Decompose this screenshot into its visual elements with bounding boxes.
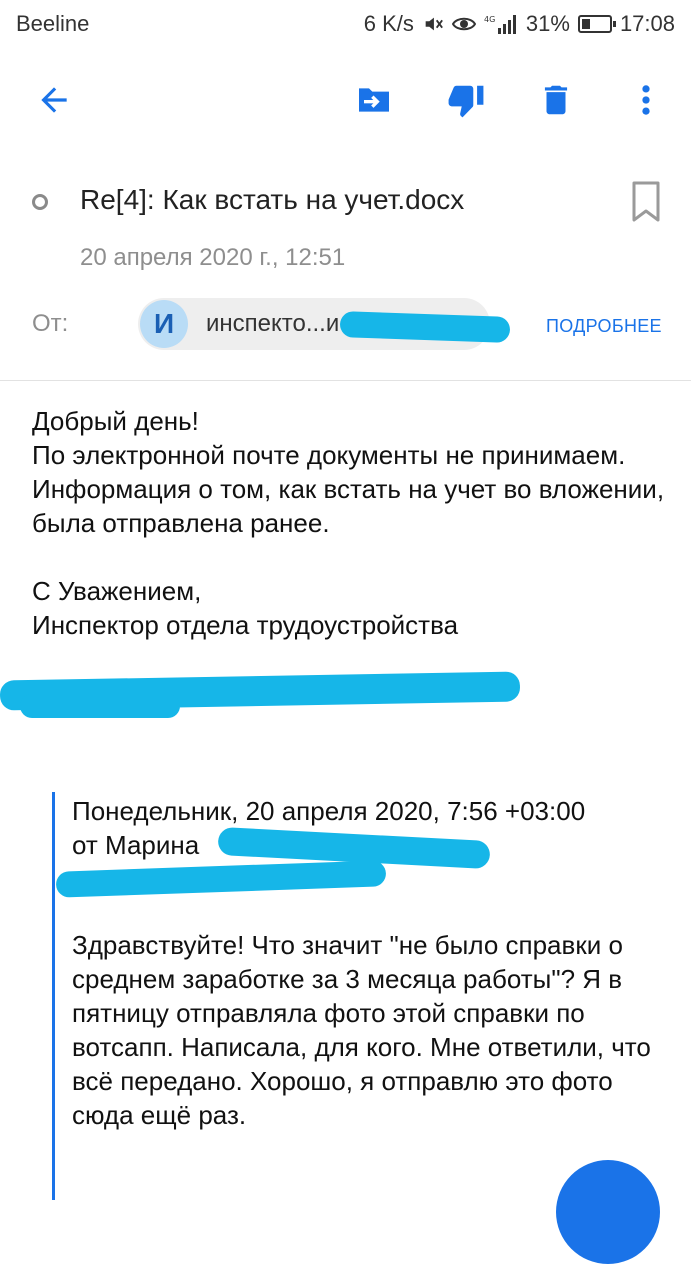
redaction-mark — [20, 694, 180, 718]
move-to-folder-icon — [359, 88, 389, 112]
details-link[interactable]: ПОДРОБНЕЕ — [546, 316, 662, 337]
back-button[interactable] — [30, 76, 78, 124]
subject-row: Re[4]: Как встать на учет.docx — [0, 178, 691, 238]
more-button[interactable] — [622, 76, 670, 124]
signature-line: С Уважением, — [32, 576, 202, 606]
network-speed: 6 K/s — [363, 11, 414, 36]
mute-icon — [422, 13, 444, 35]
body-paragraph: По электронной почте документы не приним… — [32, 440, 626, 470]
trash-icon — [544, 85, 568, 115]
quote-body: Здравствуйте! Что значит "не было справк… — [72, 930, 651, 1130]
arrow-left-icon — [41, 87, 67, 113]
eye-icon — [451, 14, 476, 34]
signal-icon: 4G — [484, 13, 518, 35]
status-bar: Beeline 6 K/s 4G 31% 17:08 — [0, 0, 691, 48]
from-label: От: — [32, 310, 69, 337]
bookmark-icon[interactable] — [626, 180, 666, 224]
thumb-down-icon — [448, 85, 484, 118]
clock: 17:08 — [619, 11, 675, 36]
battery-icon — [577, 15, 616, 33]
signature-line: Инспектор отдела трудоустройства — [32, 610, 459, 640]
message-subject: Re[4]: Как встать на учет.docx — [80, 184, 465, 215]
redaction-mark — [55, 860, 387, 898]
unread-toggle[interactable] — [32, 194, 48, 210]
quote-bar — [52, 792, 55, 1200]
message-date: 20 апреля 2020 г., 12:51 — [80, 244, 346, 271]
body-greeting: Добрый день! — [32, 406, 199, 436]
message-body: Добрый день! По электронной почте докуме… — [32, 404, 672, 642]
delete-button[interactable] — [532, 76, 580, 124]
battery-percent: 31% — [525, 11, 570, 36]
carrier-name: Beeline — [16, 11, 90, 36]
sender-name: инспекто...и — [206, 310, 340, 337]
message-toolbar — [0, 60, 691, 140]
avatar: И — [140, 300, 188, 348]
body-paragraph: Информация о том, как встать на учет во … — [32, 474, 665, 538]
move-button[interactable] — [350, 76, 398, 124]
quote-date: Понедельник, 20 апреля 2020, 7:56 +03:00 — [72, 796, 586, 826]
network-type-label: 4G — [484, 15, 495, 24]
status-indicators: 6 K/s 4G 31% 17:08 — [364, 11, 675, 37]
reply-fab-button[interactable] — [556, 1160, 660, 1264]
spam-button[interactable] — [442, 76, 490, 124]
header-divider — [0, 380, 691, 381]
more-vertical-icon — [642, 85, 650, 115]
